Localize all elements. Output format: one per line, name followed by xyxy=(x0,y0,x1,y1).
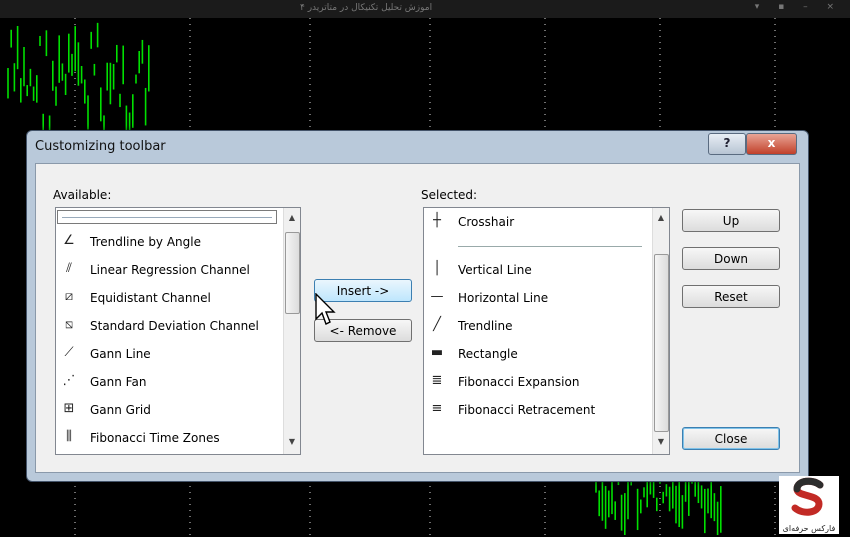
up-button[interactable]: Up xyxy=(682,209,780,232)
dialog-client-area: Available: Selected: ∠ Trendline by Angle… xyxy=(35,163,800,473)
close-button[interactable]: Close xyxy=(682,427,780,450)
window-title: اموزش تحلیل تکنیکال در متاتریدر ۴ xyxy=(300,3,433,13)
fibo-time-zones-icon: ⫼ xyxy=(66,429,72,444)
list-item[interactable]: ⊞ Gann Grid xyxy=(56,398,282,422)
separator-item xyxy=(458,246,642,247)
trendline-icon: ╱ xyxy=(433,317,441,332)
customizing-toolbar-dialog: Customizing toolbar ? x Available: Selec… xyxy=(26,130,809,482)
scroll-thumb[interactable] xyxy=(285,232,300,314)
stddev-channel-icon: ⧅ xyxy=(64,317,74,332)
scroll-down-arrow-icon[interactable]: ▼ xyxy=(284,434,300,450)
list-item[interactable]: ┼ Crosshair xyxy=(424,210,650,234)
scroll-up-arrow-icon[interactable]: ▲ xyxy=(653,210,669,226)
available-label: Available: xyxy=(53,188,112,202)
list-item-label: Gann Fan xyxy=(90,375,147,389)
list-item-label: Linear Regression Channel xyxy=(90,263,250,277)
vertical-line-icon: │ xyxy=(433,261,441,276)
reset-button[interactable]: Reset xyxy=(682,285,780,308)
selected-label: Selected: xyxy=(421,188,478,202)
fibo-retracement-icon: ≡ xyxy=(431,401,443,416)
list-item[interactable]: ⧄ Equidistant Channel xyxy=(56,286,282,310)
list-item[interactable]: │ Vertical Line xyxy=(424,258,650,282)
list-item-label: Gann Grid xyxy=(90,403,151,417)
fibo-expansion-icon: ≣ xyxy=(431,373,443,388)
window-titlebar: اموزش تحلیل تکنیکال در متاتریدر ۴ ▾ ▪ – … xyxy=(0,0,850,18)
list-item[interactable]: ▬ Rectangle xyxy=(424,342,650,366)
gann-grid-icon: ⊞ xyxy=(63,401,75,416)
window-controls[interactable]: ▾ ▪ – × xyxy=(755,2,842,12)
list-item-label: Gann Line xyxy=(90,347,151,361)
list-item-label: Fibonacci Retracement xyxy=(458,403,596,417)
equidistant-channel-icon: ⧄ xyxy=(64,289,74,304)
list-item-label: Equidistant Channel xyxy=(90,291,211,305)
list-item-label: Trendline xyxy=(458,319,513,333)
scroll-up-arrow-icon[interactable]: ▲ xyxy=(284,210,300,226)
selected-scrollbar[interactable]: ▲ ▼ xyxy=(652,208,669,454)
list-item[interactable]: ≣ Fibonacci Expansion xyxy=(424,370,650,394)
scroll-thumb[interactable] xyxy=(654,254,669,432)
list-item-label: Vertical Line xyxy=(458,263,532,277)
list-item[interactable]: ⫽ Linear Regression Channel xyxy=(56,258,282,282)
list-item[interactable]: ╱ Trendline xyxy=(424,314,650,338)
mouse-pointer-icon xyxy=(315,293,336,325)
down-button[interactable]: Down xyxy=(682,247,780,270)
selected-list[interactable]: ┼ Crosshair │ Vertical Line — Horizontal Line… xyxy=(423,207,670,455)
list-item[interactable]: ⫼ Fibonacci Time Zones xyxy=(56,426,282,450)
list-item-label: Fibonacci Time Zones xyxy=(90,431,220,445)
regression-channel-icon: ⫽ xyxy=(66,261,72,276)
rectangle-icon: ▬ xyxy=(430,345,444,360)
list-item-label: Fibonacci Expansion xyxy=(458,375,580,389)
list-item[interactable]: ⧅ Standard Deviation Channel xyxy=(56,314,282,338)
watermark-text: فارکس حرفه‌ای xyxy=(782,524,836,533)
list-item-label: Trendline by Angle xyxy=(90,235,201,249)
help-button[interactable]: ? xyxy=(708,133,746,155)
crosshair-icon: ┼ xyxy=(433,213,441,228)
list-item[interactable]: ∠ Trendline by Angle xyxy=(56,230,282,254)
watermark-logo: فارکس حرفه‌ای xyxy=(779,476,839,534)
list-item-label: Horizontal Line xyxy=(458,291,549,305)
separator-item[interactable] xyxy=(57,210,277,224)
gann-fan-icon: ⋰ xyxy=(62,373,76,388)
list-item-label: Crosshair xyxy=(458,215,515,229)
gann-line-icon: ⟋ xyxy=(64,345,74,360)
available-list[interactable]: ∠ Trendline by Angle ⫽ Linear Regression Ch… xyxy=(55,207,301,455)
trendline-angle-icon: ∠ xyxy=(63,233,75,248)
dialog-close-button[interactable]: x xyxy=(746,133,797,155)
list-item-label: Rectangle xyxy=(458,347,518,361)
available-scrollbar[interactable]: ▲ ▼ xyxy=(283,208,300,454)
list-item-label: Standard Deviation Channel xyxy=(90,319,259,333)
scroll-down-arrow-icon[interactable]: ▼ xyxy=(653,434,669,450)
list-item[interactable]: ⟋ Gann Line xyxy=(56,342,282,366)
horizontal-line-icon: — xyxy=(430,289,444,304)
dialog-title: Customizing toolbar xyxy=(35,139,166,154)
brand-logo-icon xyxy=(791,477,824,516)
list-item[interactable]: ≡ Fibonacci Retracement xyxy=(424,398,650,422)
list-item[interactable]: — Horizontal Line xyxy=(424,286,650,310)
list-item[interactable]: ⋰ Gann Fan xyxy=(56,370,282,394)
